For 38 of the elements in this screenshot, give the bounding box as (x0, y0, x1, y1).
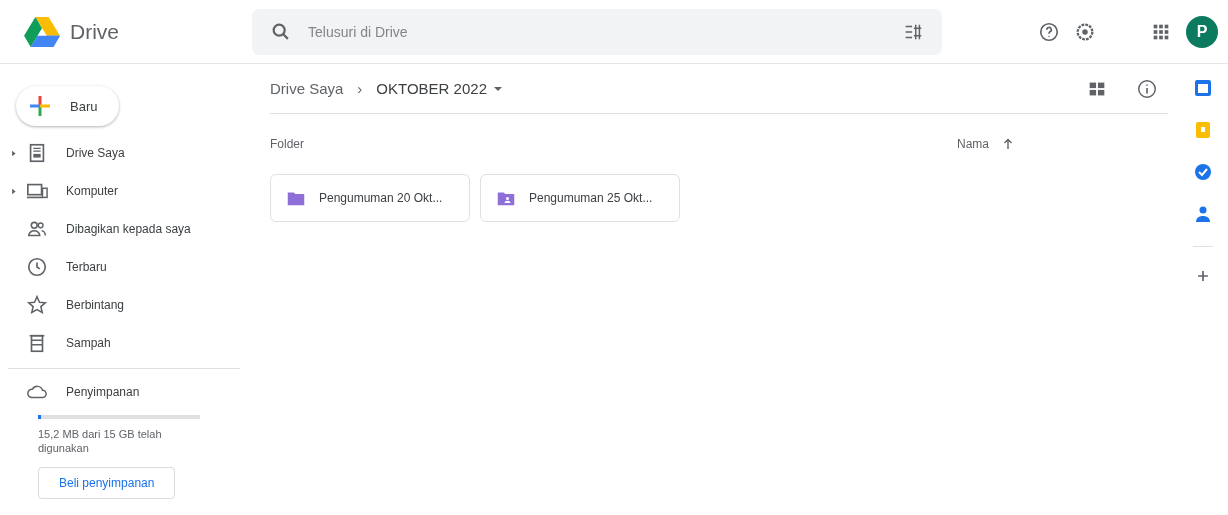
drive-logo-icon (22, 14, 62, 49)
nav-item[interactable]: Sampah (8, 324, 240, 362)
folder-card[interactable]: Pengumuman 25 Okt... (480, 174, 680, 222)
sort-button[interactable]: Nama (957, 137, 989, 151)
folder-name: Pengumuman 20 Okt... (319, 191, 443, 205)
folder-icon (287, 190, 305, 206)
nav-item[interactable]: Dibagikan kepada saya (8, 210, 240, 248)
plus-icon (28, 94, 52, 118)
help-icon[interactable] (1038, 20, 1060, 43)
shared-folder-icon (497, 190, 515, 206)
info-icon[interactable] (1136, 77, 1158, 100)
storage-usage-text: 15,2 MB dari 15 GB telah digunakan (38, 427, 163, 455)
expand-icon[interactable] (9, 149, 17, 157)
app-title: Drive (70, 19, 119, 44)
folder-name: Pengumuman 25 Okt... (529, 191, 653, 205)
buy-storage-button[interactable]: Beli penyimpanan (38, 467, 176, 499)
account-avatar[interactable]: P (1186, 15, 1218, 48)
nav-item[interactable]: Terbaru (8, 248, 240, 286)
breadcrumb-link[interactable]: Drive Saya (270, 80, 344, 97)
add-icon[interactable] (1196, 269, 1210, 283)
breadcrumb-separator: › (357, 80, 363, 97)
search-bar[interactable]: Telusuri di Drive (252, 8, 942, 55)
nav-item[interactable]: Drive Saya (8, 134, 240, 172)
nav-item[interactable]: Berbintang (8, 286, 240, 324)
folder-card[interactable]: Pengumuman 20 Okt... (270, 174, 470, 222)
clock-icon (26, 256, 48, 278)
calendar-icon[interactable] (1193, 78, 1213, 98)
search-field[interactable]: Telusuri di Drive (306, 22, 888, 41)
new-button[interactable]: Baru (16, 86, 120, 126)
storage-item[interactable]: Penyimpanan (8, 373, 240, 411)
expand-icon[interactable] (9, 187, 17, 195)
star-icon (26, 294, 48, 316)
section-title: Folder (270, 137, 304, 151)
nav-item[interactable]: Komputer (8, 172, 240, 210)
tasks-icon[interactable] (1193, 162, 1213, 182)
current-folder-dropdown[interactable]: OKTOBER 2022 (376, 80, 487, 97)
person-icon[interactable] (1193, 204, 1213, 224)
arrow-up-icon[interactable] (1003, 138, 1013, 150)
